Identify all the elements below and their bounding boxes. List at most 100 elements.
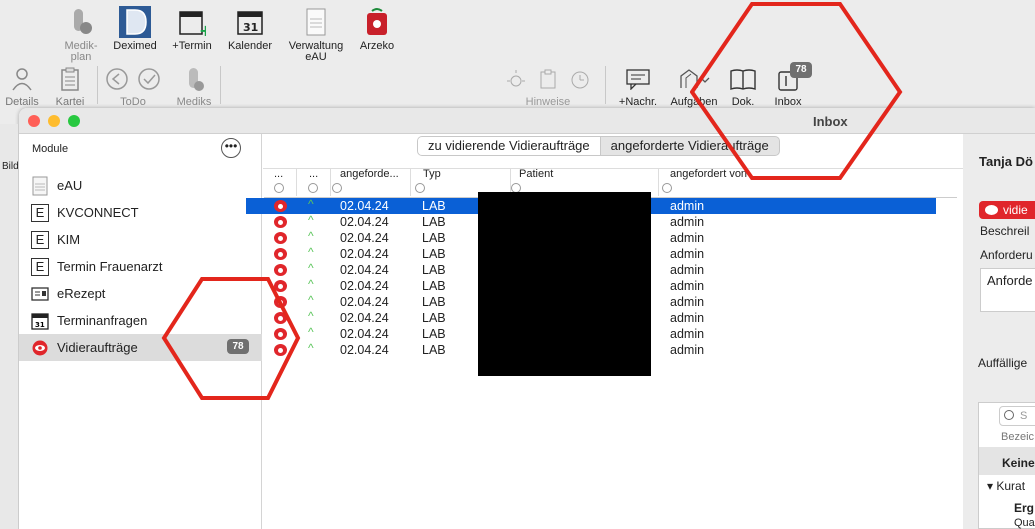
angefordert-von-cell: admin — [670, 215, 705, 229]
date-cell: 02.04.24 — [340, 199, 389, 213]
column-filter-toggle[interactable] — [274, 183, 284, 193]
chevron-up-icon: ^ — [308, 229, 314, 243]
column-header[interactable]: ... — [309, 168, 318, 180]
e-box-icon: E — [31, 257, 49, 276]
mediks-button[interactable]: Mediks — [172, 64, 216, 108]
details-button[interactable]: Details — [2, 64, 42, 108]
close-window-button[interactable] — [28, 115, 40, 127]
kurat-row[interactable]: ▾ Kurat — [987, 479, 1025, 493]
sidebar-item-label: KIM — [57, 232, 81, 247]
toolbar-label: Kalender — [227, 40, 273, 52]
add-nachricht-button[interactable]: +Nachr. — [614, 64, 662, 108]
angefordert-von-cell: admin — [670, 231, 705, 245]
eye-icon — [274, 264, 287, 276]
column-header[interactable]: Patient — [519, 168, 553, 180]
column-filter-toggle[interactable] — [308, 183, 318, 193]
column-header[interactable]: Typ — [423, 168, 441, 180]
annotation-hexagon-inbox — [690, 1, 903, 180]
sidebar-item-kvconnect[interactable]: E KVCONNECT — [19, 199, 262, 226]
qua-label: Qua — [1014, 517, 1035, 529]
angefordert-von-cell: admin — [670, 199, 705, 213]
pill-icon — [183, 64, 205, 94]
svg-text:31: 31 — [35, 321, 45, 329]
detail-pane: Tanja Dö vidie Beschreil Anforderu Anfor… — [963, 134, 1035, 529]
todo-icon — [105, 64, 161, 94]
sidebar-item-label: Termin Frauenarzt — [57, 259, 163, 274]
redacted-patient-block — [478, 192, 651, 376]
medikplan-button[interactable]: Medik- plan — [58, 6, 104, 63]
typ-cell: LAB — [422, 247, 446, 261]
chevron-up-icon: ^ — [308, 293, 314, 307]
eau-document-icon — [31, 176, 49, 195]
calendar-plus-icon: + — [178, 6, 206, 38]
kalender-button[interactable]: 31 Kalender — [224, 6, 276, 52]
date-cell: 02.04.24 — [340, 327, 389, 341]
sidebar-item-eau[interactable]: eAU — [19, 172, 262, 199]
toolbar-label: Verwaltung eAU — [288, 40, 344, 63]
typ-cell: LAB — [422, 327, 446, 341]
angefordert-von-cell: admin — [670, 311, 705, 325]
results-panel: S Bezeic Keine ▾ Kurat Erg Qua — [978, 402, 1035, 529]
hinweise-icon — [505, 64, 591, 94]
message-icon — [625, 64, 651, 94]
search-input[interactable]: S — [999, 406, 1035, 426]
angefordert-von-cell: admin — [670, 263, 705, 277]
column-filter-toggle[interactable] — [415, 183, 425, 193]
hinweise-button[interactable]: Hinweise — [498, 64, 598, 108]
column-filter-toggle[interactable] — [332, 183, 342, 193]
pill-icon — [69, 6, 93, 38]
toolbar-label: Deximed — [113, 40, 157, 52]
patient-name: Tanja Dö — [979, 154, 1033, 169]
angefordert-von-cell: admin — [670, 295, 705, 309]
date-cell: 02.04.24 — [340, 231, 389, 245]
sidebar-item-label: eRezept — [57, 286, 106, 301]
angefordert-von-cell: admin — [670, 343, 705, 357]
date-cell: 02.04.24 — [340, 343, 389, 357]
anforderung-label: Anforderu — [980, 248, 1033, 262]
toolbar-label: +Termin — [172, 40, 212, 52]
sidebar-item-label: Terminanfragen — [57, 313, 148, 328]
todo-button[interactable]: ToDo — [103, 64, 163, 108]
sidebar-item-kim[interactable]: E KIM — [19, 226, 262, 253]
zoom-window-button[interactable] — [68, 115, 80, 127]
sidebar-item-label: Vidieraufträge — [57, 340, 138, 355]
typ-cell: LAB — [422, 231, 446, 245]
eye-icon — [274, 216, 287, 228]
eye-icon — [274, 248, 287, 260]
background-window-edge: Bild — [0, 124, 19, 529]
kartei-button[interactable]: Kartei — [50, 64, 90, 108]
add-termin-button[interactable]: + +Termin — [168, 6, 216, 52]
sidebar-item-label: KVCONNECT — [57, 205, 139, 220]
calendar-icon: 31 — [236, 6, 264, 38]
sidebar-item-label: eAU — [57, 178, 83, 193]
column-header[interactable]: ... — [274, 168, 283, 180]
date-cell: 02.04.24 — [340, 263, 389, 277]
angefordert-von-cell: admin — [670, 327, 705, 341]
keine-row: Keine — [979, 447, 1035, 475]
deximed-button[interactable]: Deximed — [110, 6, 160, 52]
more-options-icon[interactable]: ••• — [221, 138, 241, 158]
column-header[interactable]: angeforde... — [340, 168, 399, 180]
arzeko-button[interactable]: Arzeko — [354, 6, 400, 52]
deximed-logo-icon — [119, 6, 151, 38]
angefordert-von-cell: admin — [670, 279, 705, 293]
angefordert-von-cell: admin — [670, 247, 705, 261]
date-cell: 02.04.24 — [340, 279, 389, 293]
column-filter-toggle[interactable] — [662, 183, 672, 193]
date-cell: 02.04.24 — [340, 215, 389, 229]
typ-cell: LAB — [422, 343, 446, 357]
tab-zu-vidierende[interactable]: zu vidierende Vidieraufträge — [418, 137, 601, 155]
document-icon — [304, 6, 328, 38]
eye-icon — [985, 205, 998, 215]
typ-cell: LAB — [422, 215, 446, 229]
background-label: Bild — [2, 161, 19, 172]
anforderung-field[interactable]: Anforde — [980, 268, 1035, 312]
beschreibung-label: Beschreil — [980, 224, 1030, 238]
minimize-window-button[interactable] — [48, 115, 60, 127]
e-box-icon: E — [31, 230, 49, 249]
chevron-up-icon: ^ — [308, 277, 314, 291]
status-badge: vidie — [979, 201, 1035, 219]
svg-text:+: + — [199, 21, 206, 37]
verwaltung-eau-button[interactable]: Verwaltung eAU — [282, 6, 350, 63]
arzeko-icon — [364, 6, 390, 38]
